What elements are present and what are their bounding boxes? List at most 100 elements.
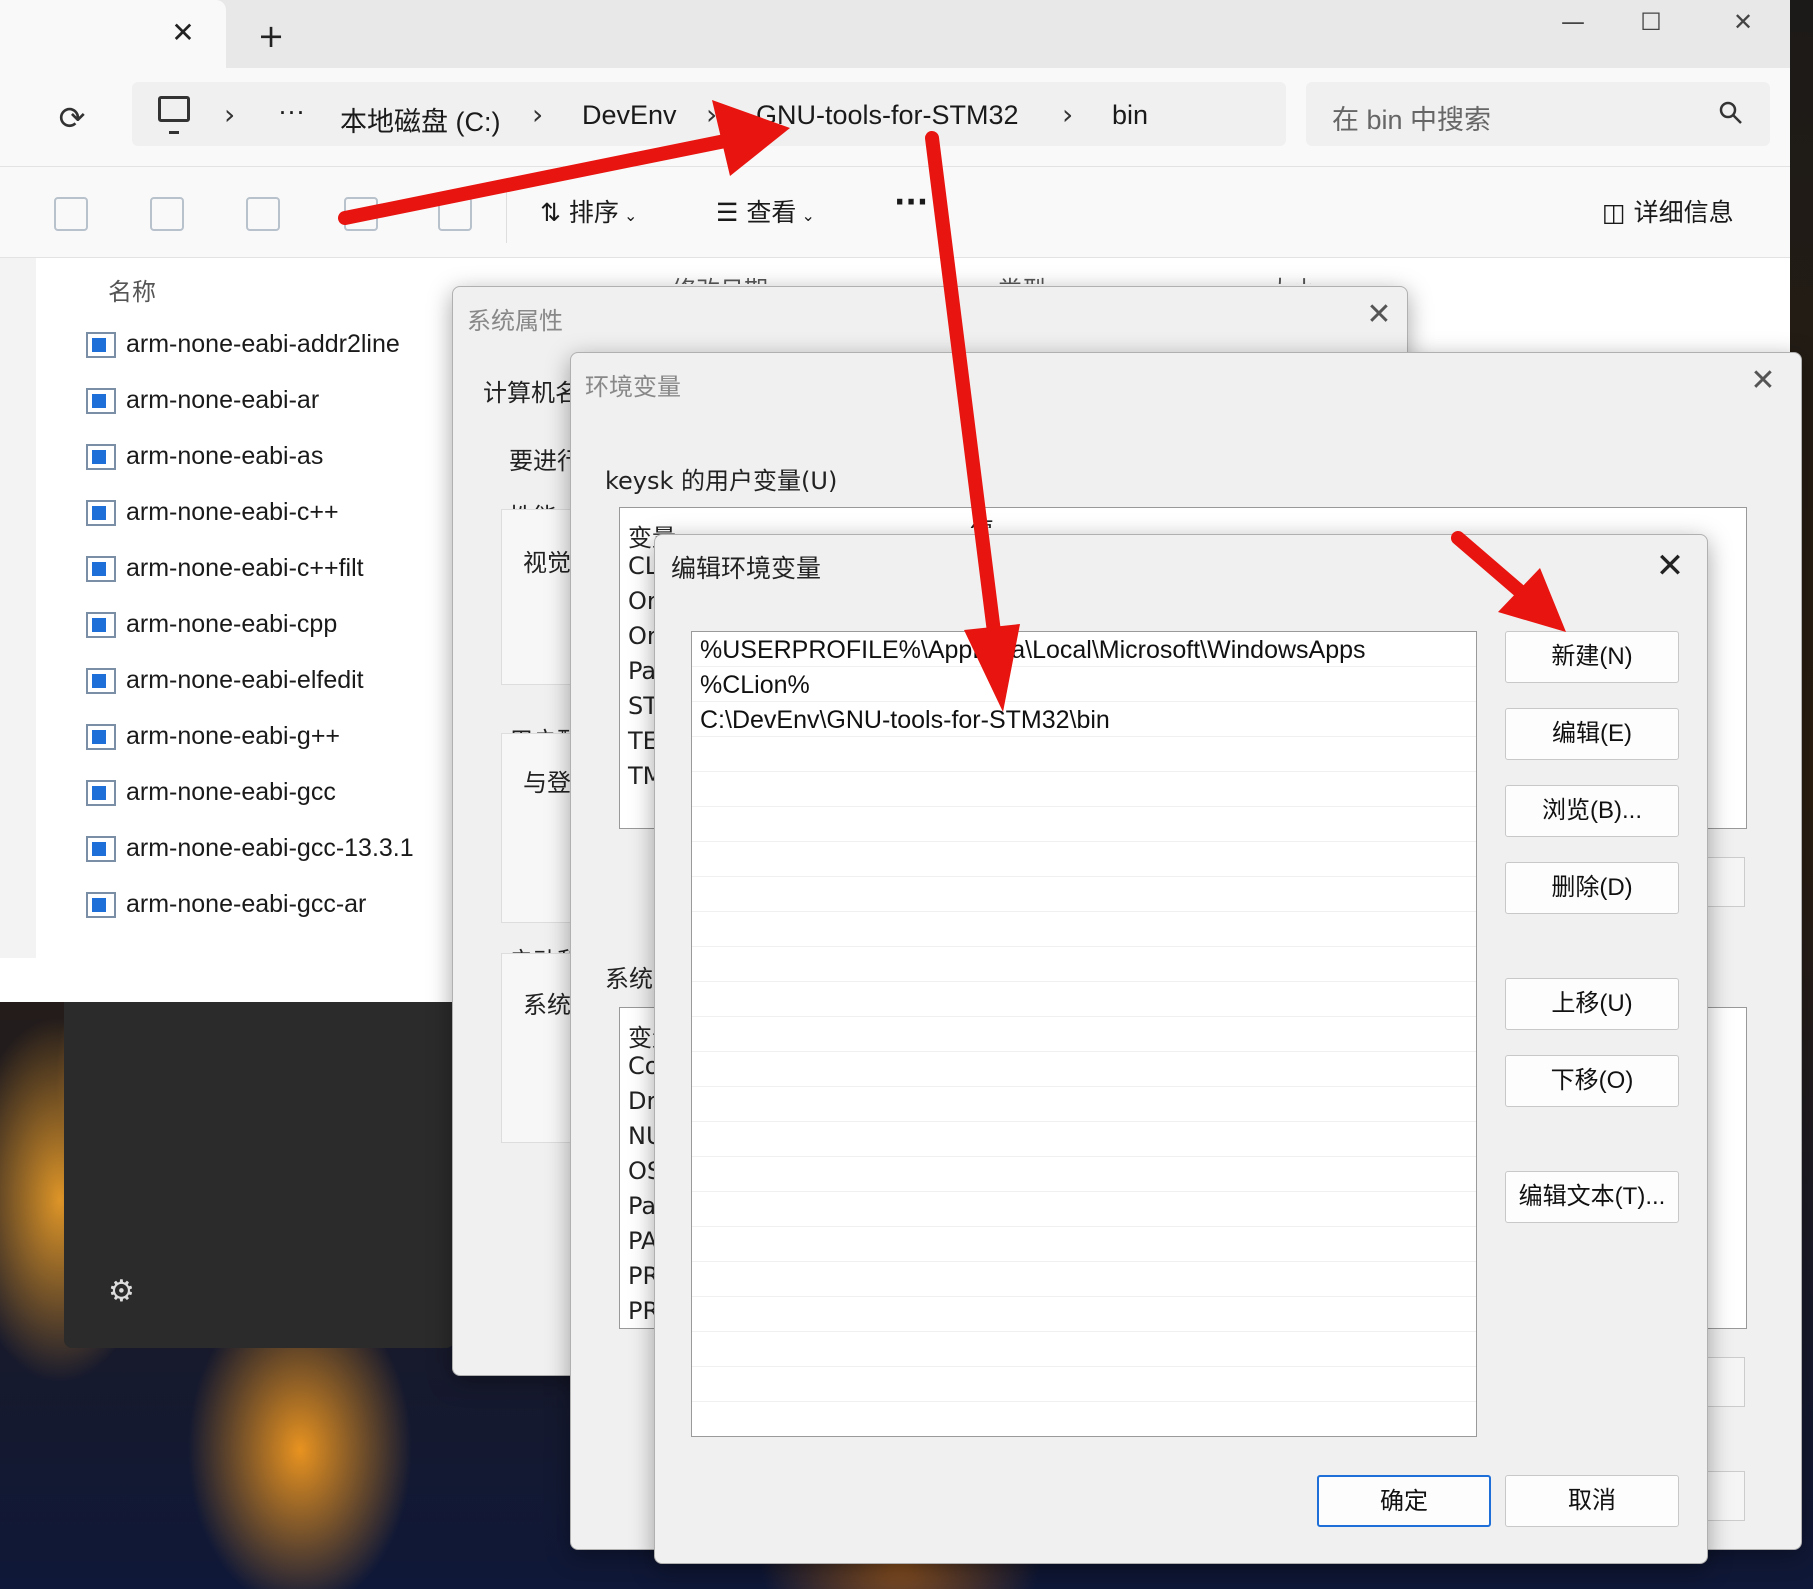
- breadcrumb-devenv[interactable]: DevEnv: [582, 100, 677, 131]
- empty-row[interactable]: [692, 877, 1476, 912]
- close-tab-icon[interactable]: ✕: [168, 18, 198, 48]
- details-pane-button[interactable]: ◫ 详细信息: [1602, 193, 1734, 229]
- list-item[interactable]: arm-none-eabi-as: [84, 430, 484, 486]
- executable-icon: [86, 724, 116, 750]
- this-pc-icon[interactable]: [158, 96, 190, 134]
- empty-row[interactable]: [692, 1052, 1476, 1087]
- move-down-button[interactable]: 下移(O): [1505, 1055, 1679, 1107]
- column-header-size[interactable]: 大小: [1268, 270, 1316, 284]
- tab-computer-name[interactable]: 计算机名: [483, 373, 579, 408]
- table-row[interactable]: Pa: [628, 1192, 656, 1220]
- tab-bin[interactable]: ✕: [0, 0, 226, 68]
- view-button[interactable]: ☰ 查看 ⌄: [716, 193, 815, 229]
- file-name: arm-none-eabi-addr2line: [126, 330, 400, 358]
- view-icon: ☰: [716, 198, 747, 227]
- list-item[interactable]: arm-none-eabi-ar: [84, 374, 484, 430]
- breadcrumb-gnu-tools[interactable]: GNU-tools-for-STM32: [756, 100, 1019, 131]
- empty-row[interactable]: [692, 1122, 1476, 1157]
- gear-icon[interactable]: ⚙: [108, 1274, 135, 1309]
- address-bar[interactable]: › ··· 本地磁盘 (C:) › DevEnv › GNU-tools-for…: [132, 82, 1286, 146]
- close-icon[interactable]: ✕: [1741, 361, 1785, 401]
- empty-row[interactable]: [692, 1332, 1476, 1367]
- delete-button[interactable]: 删除(D): [1505, 862, 1679, 914]
- search-box[interactable]: 在 bin 中搜索: [1306, 82, 1770, 146]
- empty-row[interactable]: [692, 1402, 1476, 1436]
- breadcrumb-bin[interactable]: bin: [1112, 100, 1148, 131]
- copy-icon[interactable]: [54, 197, 88, 231]
- table-row[interactable]: Dr: [628, 1087, 656, 1115]
- list-item[interactable]: %CLion%: [692, 667, 1476, 702]
- list-item[interactable]: C:\DevEnv\GNU-tools-for-STM32\bin: [692, 702, 1476, 737]
- empty-row[interactable]: [692, 807, 1476, 842]
- list-item[interactable]: arm-none-eabi-gcc-ar: [84, 878, 484, 934]
- table-row[interactable]: PA: [628, 1227, 657, 1255]
- close-window-button[interactable]: ✕: [1718, 4, 1768, 40]
- cancel-button[interactable]: 取消: [1505, 1475, 1679, 1527]
- close-icon[interactable]: ✕: [1645, 541, 1695, 591]
- list-item[interactable]: arm-none-eabi-c++: [84, 486, 484, 542]
- empty-row[interactable]: [692, 772, 1476, 807]
- table-row[interactable]: Pa: [628, 657, 656, 685]
- ok-button[interactable]: 确定: [1317, 1475, 1491, 1527]
- empty-row[interactable]: [692, 842, 1476, 877]
- empty-row[interactable]: [692, 1297, 1476, 1332]
- refresh-icon[interactable]: ⟳: [52, 98, 92, 138]
- sort-icon: ⇅: [540, 198, 569, 227]
- empty-row[interactable]: [692, 1262, 1476, 1297]
- path-entries-list[interactable]: %USERPROFILE%\AppData\Local\Microsoft\Wi…: [691, 631, 1477, 1437]
- list-item[interactable]: arm-none-eabi-gcc-13.3.1: [84, 822, 484, 878]
- minimize-button[interactable]: —: [1548, 4, 1598, 40]
- new-button[interactable]: 新建(N): [1505, 631, 1679, 683]
- empty-row[interactable]: [692, 1192, 1476, 1227]
- delete-icon[interactable]: [438, 197, 472, 231]
- file-name: arm-none-eabi-gcc-ar: [126, 890, 367, 918]
- breadcrumb-more[interactable]: ···: [278, 96, 305, 127]
- empty-row[interactable]: [692, 1087, 1476, 1122]
- close-icon[interactable]: ✕: [1357, 295, 1401, 335]
- list-item[interactable]: %USERPROFILE%\AppData\Local\Microsoft\Wi…: [692, 632, 1476, 667]
- list-item[interactable]: arm-none-eabi-addr2line: [84, 318, 484, 374]
- list-item[interactable]: arm-none-eabi-elfedit: [84, 654, 484, 710]
- paste-icon[interactable]: [150, 197, 184, 231]
- maximize-button[interactable]: ☐: [1626, 4, 1676, 40]
- column-header-name[interactable]: 名称: [108, 272, 156, 307]
- path-entry-text: %CLion%: [700, 671, 810, 699]
- path-entry-text: C:\DevEnv\GNU-tools-for-STM32\bin: [700, 706, 1110, 734]
- browse-button[interactable]: 浏览(B)...: [1505, 785, 1679, 837]
- column-header-type[interactable]: 类型: [998, 270, 1046, 284]
- file-name: arm-none-eabi-elfedit: [126, 666, 364, 694]
- move-up-button[interactable]: 上移(U): [1505, 978, 1679, 1030]
- empty-row[interactable]: [692, 912, 1476, 947]
- empty-row[interactable]: [692, 947, 1476, 982]
- empty-row[interactable]: [692, 1157, 1476, 1192]
- path-entry-text: %USERPROFILE%\AppData\Local\Microsoft\Wi…: [700, 636, 1366, 664]
- empty-row[interactable]: [692, 1017, 1476, 1052]
- list-item[interactable]: arm-none-eabi-g++: [84, 710, 484, 766]
- executable-icon: [86, 668, 116, 694]
- rename-icon[interactable]: [246, 197, 280, 231]
- empty-row[interactable]: [692, 1227, 1476, 1262]
- executable-icon: [86, 332, 116, 358]
- list-item[interactable]: arm-none-eabi-gcc: [84, 766, 484, 822]
- search-icon[interactable]: [1718, 100, 1744, 126]
- sort-label: 排序: [568, 198, 619, 227]
- sort-button[interactable]: ⇅ 排序 ⌄: [540, 193, 637, 229]
- column-header-modified[interactable]: 修改日期: [672, 270, 768, 284]
- empty-row[interactable]: [692, 737, 1476, 772]
- list-item[interactable]: arm-none-eabi-cpp: [84, 598, 484, 654]
- share-icon[interactable]: [344, 197, 378, 231]
- executable-icon: [86, 500, 116, 526]
- chevron-down-icon: ⌄: [618, 206, 638, 225]
- navigation-pane[interactable]: [0, 258, 36, 958]
- column-header-value[interactable]: 值: [970, 510, 994, 528]
- breadcrumb-local-disk[interactable]: 本地磁盘 (C:): [340, 100, 500, 139]
- dialog-title: 系统属性: [467, 307, 563, 335]
- edit-button[interactable]: 编辑(E): [1505, 708, 1679, 760]
- empty-row[interactable]: [692, 982, 1476, 1017]
- empty-row[interactable]: [692, 1367, 1476, 1402]
- more-options-button[interactable]: ···: [894, 185, 928, 220]
- new-tab-button[interactable]: +: [255, 20, 287, 52]
- edit-text-button[interactable]: 编辑文本(T)...: [1505, 1171, 1679, 1223]
- file-name: arm-none-eabi-g++: [126, 722, 341, 750]
- list-item[interactable]: arm-none-eabi-c++filt: [84, 542, 484, 598]
